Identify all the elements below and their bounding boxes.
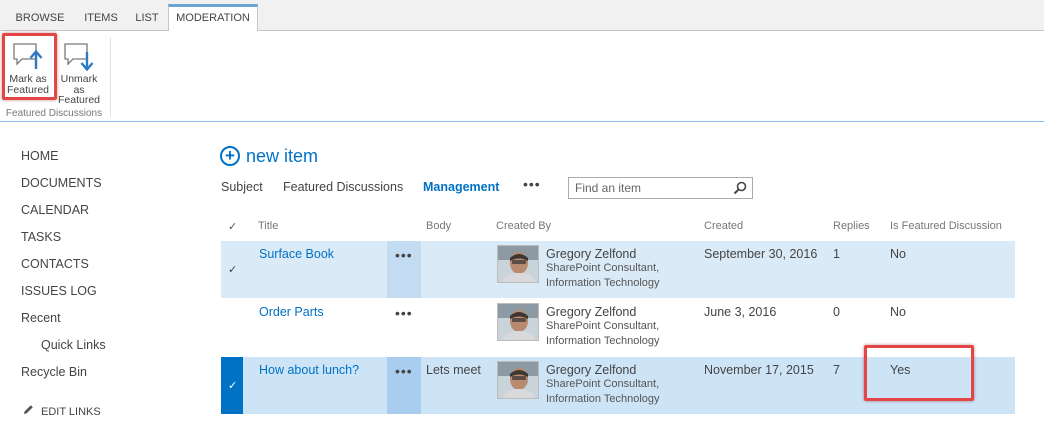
row-checkbox[interactable] [221,299,243,356]
nav-item-recycle-bin[interactable]: Recycle Bin [21,364,171,391]
tab-browse[interactable]: BROWSE [10,6,70,31]
tab-list[interactable]: LIST [127,6,167,31]
item-menu-button[interactable]: ••• [387,241,421,298]
new-item-button[interactable]: + new item [220,145,318,167]
nav-item-calendar[interactable]: CALENDAR [21,202,171,229]
item-body: Lets meet [426,363,481,377]
search-input[interactable] [569,178,719,198]
row-checkbox[interactable]: ✓ [221,357,243,414]
nav-item-issues-log[interactable]: ISSUES LOG [21,283,171,310]
view-management[interactable]: Management [423,180,499,194]
item-created-date: June 3, 2016 [704,305,777,319]
column-header-created-by[interactable]: Created By [496,220,551,232]
item-replies: 0 [833,305,840,319]
author-department: Information Technology [546,335,660,347]
author-name[interactable]: Gregory Zelfond [546,247,660,261]
column-header-is-featured[interactable]: Is Featured Discussion [890,220,1002,232]
nav-item-contacts[interactable]: CONTACTS [21,256,171,283]
edit-links-button[interactable]: EDIT LINKS [23,404,101,418]
select-all-check[interactable]: ✓ [228,220,237,233]
left-nav: HOME DOCUMENTS CALENDAR TASKS CONTACTS I… [21,148,171,391]
edit-links-label: EDIT LINKS [41,406,101,418]
tab-items[interactable]: ITEMS [76,6,126,31]
column-header-body[interactable]: Body [426,220,451,232]
ribbon-panel: Mark as Featured Unmark as Featured Feat… [0,31,1044,122]
avatar[interactable] [497,245,539,283]
tab-moderation[interactable]: MODERATION [168,4,258,32]
plus-circle-icon: + [220,146,240,166]
view-subject[interactable]: Subject [221,180,263,194]
item-created-date: September 30, 2016 [704,247,818,261]
row-checkbox[interactable]: ✓ [221,241,243,298]
nav-item-tasks[interactable]: TASKS [21,229,171,256]
row-checkmark: ✓ [228,264,238,276]
author-name[interactable]: Gregory Zelfond [546,305,660,319]
unmark-featured-label-2: Featured [57,94,101,106]
featured-yes-highlight [864,345,974,401]
author-info: Gregory Zelfond SharePoint Consultant, I… [546,305,660,349]
item-title-link[interactable]: Surface Book [259,247,334,261]
ribbon-group-divider [110,37,111,117]
avatar[interactable] [497,303,539,341]
item-created-date: November 17, 2015 [704,363,814,377]
new-item-label: new item [246,145,319,166]
unmark-featured-icon [64,43,94,71]
search-icon[interactable] [733,181,747,195]
unmark-as-featured-button[interactable]: Unmark as Featured [55,39,103,106]
ellipsis-icon: ••• [395,247,413,263]
author-title: SharePoint Consultant, [546,378,660,390]
search-box [568,177,753,199]
table-row[interactable]: ✓ Surface Book ••• Gregory Zelfond Share… [221,241,1015,298]
unmark-featured-label-1: Unmark as [60,73,98,96]
ribbon-tabbar: BROWSE ITEMS LIST MODERATION [0,0,1044,32]
mark-featured-highlight [2,33,57,100]
author-info: Gregory Zelfond SharePoint Consultant, I… [546,363,660,407]
pencil-icon [24,405,33,414]
item-title-link[interactable]: Order Parts [259,305,324,319]
row-checkmark: ✓ [228,380,238,392]
author-info: Gregory Zelfond SharePoint Consultant, I… [546,247,660,291]
item-replies: 1 [833,247,840,261]
avatar[interactable] [497,361,539,399]
column-header-title[interactable]: Title [258,220,278,232]
author-department: Information Technology [546,277,660,289]
column-header-replies[interactable]: Replies [833,220,870,232]
item-replies: 7 [833,363,840,377]
item-title-link[interactable]: How about lunch? [259,363,359,377]
author-title: SharePoint Consultant, [546,320,660,332]
author-name[interactable]: Gregory Zelfond [546,363,660,377]
item-menu-button[interactable]: ••• [387,357,421,414]
more-views-button[interactable]: ••• [523,176,541,192]
author-title: SharePoint Consultant, [546,262,660,274]
column-header-created[interactable]: Created [704,220,743,232]
nav-item-home[interactable]: HOME [21,148,171,175]
nav-item-quick-links[interactable]: Quick Links [21,337,171,364]
item-menu-button[interactable]: ••• [387,299,421,356]
ellipsis-icon: ••• [395,305,413,321]
ribbon-group-label: Featured Discussions [5,108,103,119]
nav-item-recent[interactable]: Recent [21,310,171,337]
ellipsis-icon: ••• [395,363,413,379]
view-featured-discussions[interactable]: Featured Discussions [283,180,403,194]
author-department: Information Technology [546,393,660,405]
nav-item-documents[interactable]: DOCUMENTS [21,175,171,202]
item-is-featured: No [890,247,906,261]
item-is-featured: No [890,305,906,319]
